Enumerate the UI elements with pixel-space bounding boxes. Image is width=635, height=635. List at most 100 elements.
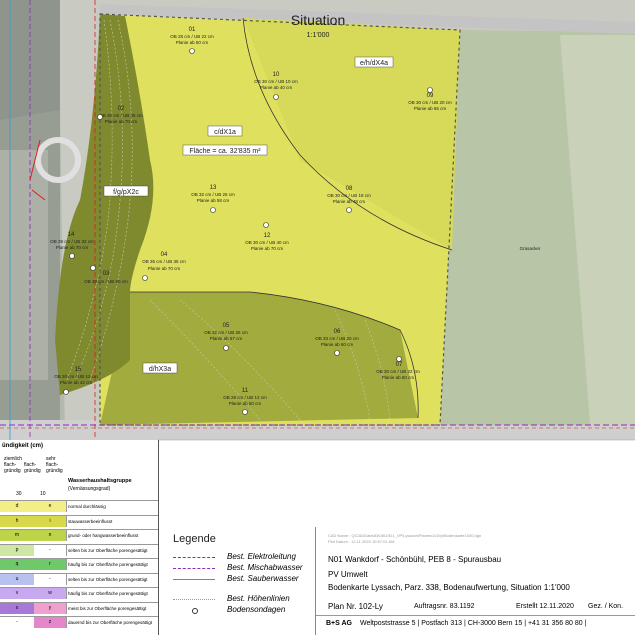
hydro-row: m n grund- oder hangwasserbeeinflusst [0, 529, 158, 541]
svg-text:Planie ab 50 cm: Planie ab 50 cm [176, 40, 209, 45]
hydro-code-a: h [0, 515, 35, 527]
sondage-marker [69, 253, 75, 259]
sondage-marker [242, 409, 248, 415]
section-name: PV Umwelt [328, 570, 368, 579]
svg-text:OB 38 cm / UB 32 cm: OB 38 cm / UB 32 cm [50, 239, 94, 244]
svg-text:Planie ab 57 cm: Planie ab 57 cm [210, 336, 243, 341]
svg-text:08: 08 [346, 186, 353, 192]
svg-text:OB 28 cm / UB 12 cm: OB 28 cm / UB 12 cm [223, 395, 267, 400]
hydro-row: h i stauwasserbeeinflusst [0, 514, 158, 527]
svg-text:Planie ab 58 cm: Planie ab 58 cm [197, 198, 230, 203]
hydro-desc: meist bis zur Oberfläche porengesättigt [68, 605, 147, 611]
svg-text:OB 33 cm / UB 20 cm: OB 33 cm / UB 20 cm [315, 336, 359, 341]
firm-name: B+S AG [326, 620, 352, 627]
legend-item: Best. Sauberwasser [173, 574, 323, 585]
svg-text:OB 30 cm / UB 18 cm: OB 30 cm / UB 18 cm [327, 193, 371, 198]
sondage-marker [63, 389, 69, 395]
legend-title: Legende [173, 533, 216, 545]
hydro-code-a: q [0, 559, 35, 570]
sondage-marker [263, 222, 269, 228]
legend-swatch [192, 608, 198, 614]
hydro-code-b: - [34, 573, 67, 585]
hydro-desc: häufig bis zur Oberfläche porengesättigt [68, 562, 148, 567]
plot-datum: Plot Datum : 12.11.2020 10:57:01 AM [328, 539, 395, 544]
svg-text:f/g/pX2c: f/g/pX2c [113, 189, 139, 196]
hydro-col-2: flach-gründig [24, 462, 41, 474]
hydro-row: x y meist bis zur Oberfläche porengesättig… [0, 601, 158, 614]
hydro-code-a: - [0, 617, 35, 628]
svg-text:09: 09 [427, 93, 434, 99]
hydro-desc: selten bis zur Oberfläche porengesättigt [68, 576, 148, 582]
hydro-col-3: sehr flach-gründig [46, 456, 63, 474]
hydro-depth-10: 10 [40, 491, 46, 497]
svg-text:OB 32 cm / UB 25 cm: OB 32 cm / UB 25 cm [204, 330, 248, 335]
legend-item: Best. Elektroleitung [173, 552, 323, 563]
map-title: Situation [291, 12, 345, 28]
legend-item: Bodensondagen [173, 605, 323, 616]
hydro-row: q r häufig bis zur Oberfläche porengesätti… [0, 558, 158, 570]
legend-swatch [173, 599, 215, 600]
legend-label: Best. Höhenlinien [227, 594, 290, 603]
svg-text:OB 30 cm / UB 40 cm: OB 30 cm / UB 40 cm [245, 240, 289, 245]
zone-label-c-dx1a: c/dX1a [207, 125, 243, 137]
svg-text:OB 30 cm / UB 60 cm: OB 30 cm / UB 60 cm [84, 279, 128, 284]
sondage-marker [223, 345, 229, 351]
svg-text:Planie ab 65 cm: Planie ab 65 cm [414, 106, 447, 111]
drawn-by: Gez. / Kon. [588, 603, 624, 610]
hydro-code-a: m [0, 530, 35, 541]
hydro-code-b: w [34, 588, 67, 599]
map-scale: 1:1'000 [307, 32, 330, 39]
zone-label-e-h-dx4a: e/h/dX4a [354, 56, 394, 68]
hydro-desc: normal durchlässig [68, 504, 106, 509]
legend-item: Best. Mischabwasser [173, 563, 323, 574]
zone-label-f-g-px2c: f/g/pX2c [103, 185, 149, 197]
hydro-row: p - selten bis zur Oberfläche porengesätti… [0, 543, 158, 556]
hydro-desc: selten bis zur Oberfläche porengesättigt [68, 547, 148, 553]
legend-label: Bodensondagen [227, 605, 286, 614]
sondage-marker [97, 114, 103, 120]
hydro-code-a: d [0, 501, 35, 512]
legend-swatch [173, 579, 215, 580]
svg-text:Fläche = ca. 32'835 m²: Fläche = ca. 32'835 m² [189, 148, 261, 155]
hydro-code-b: z [34, 617, 67, 628]
svg-text:Planie ab 42 cm: Planie ab 42 cm [60, 380, 93, 385]
sondage-marker [427, 87, 433, 93]
svg-text:d/hX3a: d/hX3a [149, 366, 171, 373]
auftrag-number: Auftragsnr. 83.1192 [414, 603, 475, 610]
legend-label: Best. Sauberwasser [227, 574, 299, 583]
hydro-code-a: x [0, 602, 35, 614]
svg-text:Planie ab 50 cm: Planie ab 50 cm [229, 401, 262, 406]
svg-text:Planie ab 48 cm: Planie ab 48 cm [333, 199, 366, 204]
svg-text:OB 35 cm / UB 35 cm: OB 35 cm / UB 35 cm [99, 113, 143, 118]
zone-label-d-hx3a: d/hX3a [142, 362, 178, 374]
hydro-table: ündigkeit (cm) ziemlich flach-gründig fl… [0, 440, 159, 635]
hydro-code-b: e [34, 501, 67, 512]
svg-text:Planie ab 70 cm: Planie ab 70 cm [56, 245, 89, 250]
svg-text:07: 07 [396, 362, 403, 368]
svg-text:OB 28 cm / UB 22 cm: OB 28 cm / UB 22 cm [170, 34, 214, 39]
svg-text:e/h/dX4a: e/h/dX4a [360, 60, 388, 67]
sondage-marker [90, 265, 96, 271]
svg-text:10: 10 [273, 72, 280, 78]
hydro-desc: dauernd bis zur Oberfläche porengesättig… [68, 620, 153, 625]
project-name: N01 Wankdorf - Schönbühl, PEB 8 - Spurau… [328, 555, 502, 564]
sondage-marker [189, 48, 195, 54]
hydro-desc: häufig bis zur Oberfläche porengesättigt [68, 591, 148, 596]
area-label: Fläche = ca. 32'835 m² [182, 144, 268, 156]
plan-subject: Bodenkarte Lyssach, Parz. 338, Bodenaufw… [328, 583, 570, 592]
sondage-marker [142, 275, 148, 281]
svg-text:c/dX1a: c/dX1a [214, 129, 236, 136]
svg-text:OB 30 cm / UB 10 cm: OB 30 cm / UB 10 cm [254, 79, 298, 84]
svg-text:Planie ab 50 cm: Planie ab 50 cm [382, 375, 415, 380]
sondage-marker [396, 356, 402, 362]
svg-text:06: 06 [334, 329, 341, 335]
hydro-group-title: Wasserhaushaltsgruppe [68, 478, 132, 484]
hydro-code-b: n [34, 530, 67, 541]
sondage-marker [273, 94, 279, 100]
hydro-code-b: - [34, 544, 67, 556]
sondage-marker [346, 207, 352, 213]
svg-text:Planie ab 60 cm: Planie ab 60 cm [321, 342, 354, 347]
legend-item: Best. Höhenlinien [173, 594, 323, 605]
cad-name: CAD Name : Q\CADData\83\0811921_VP\Lyssa… [328, 533, 482, 538]
title-divider [316, 615, 635, 616]
